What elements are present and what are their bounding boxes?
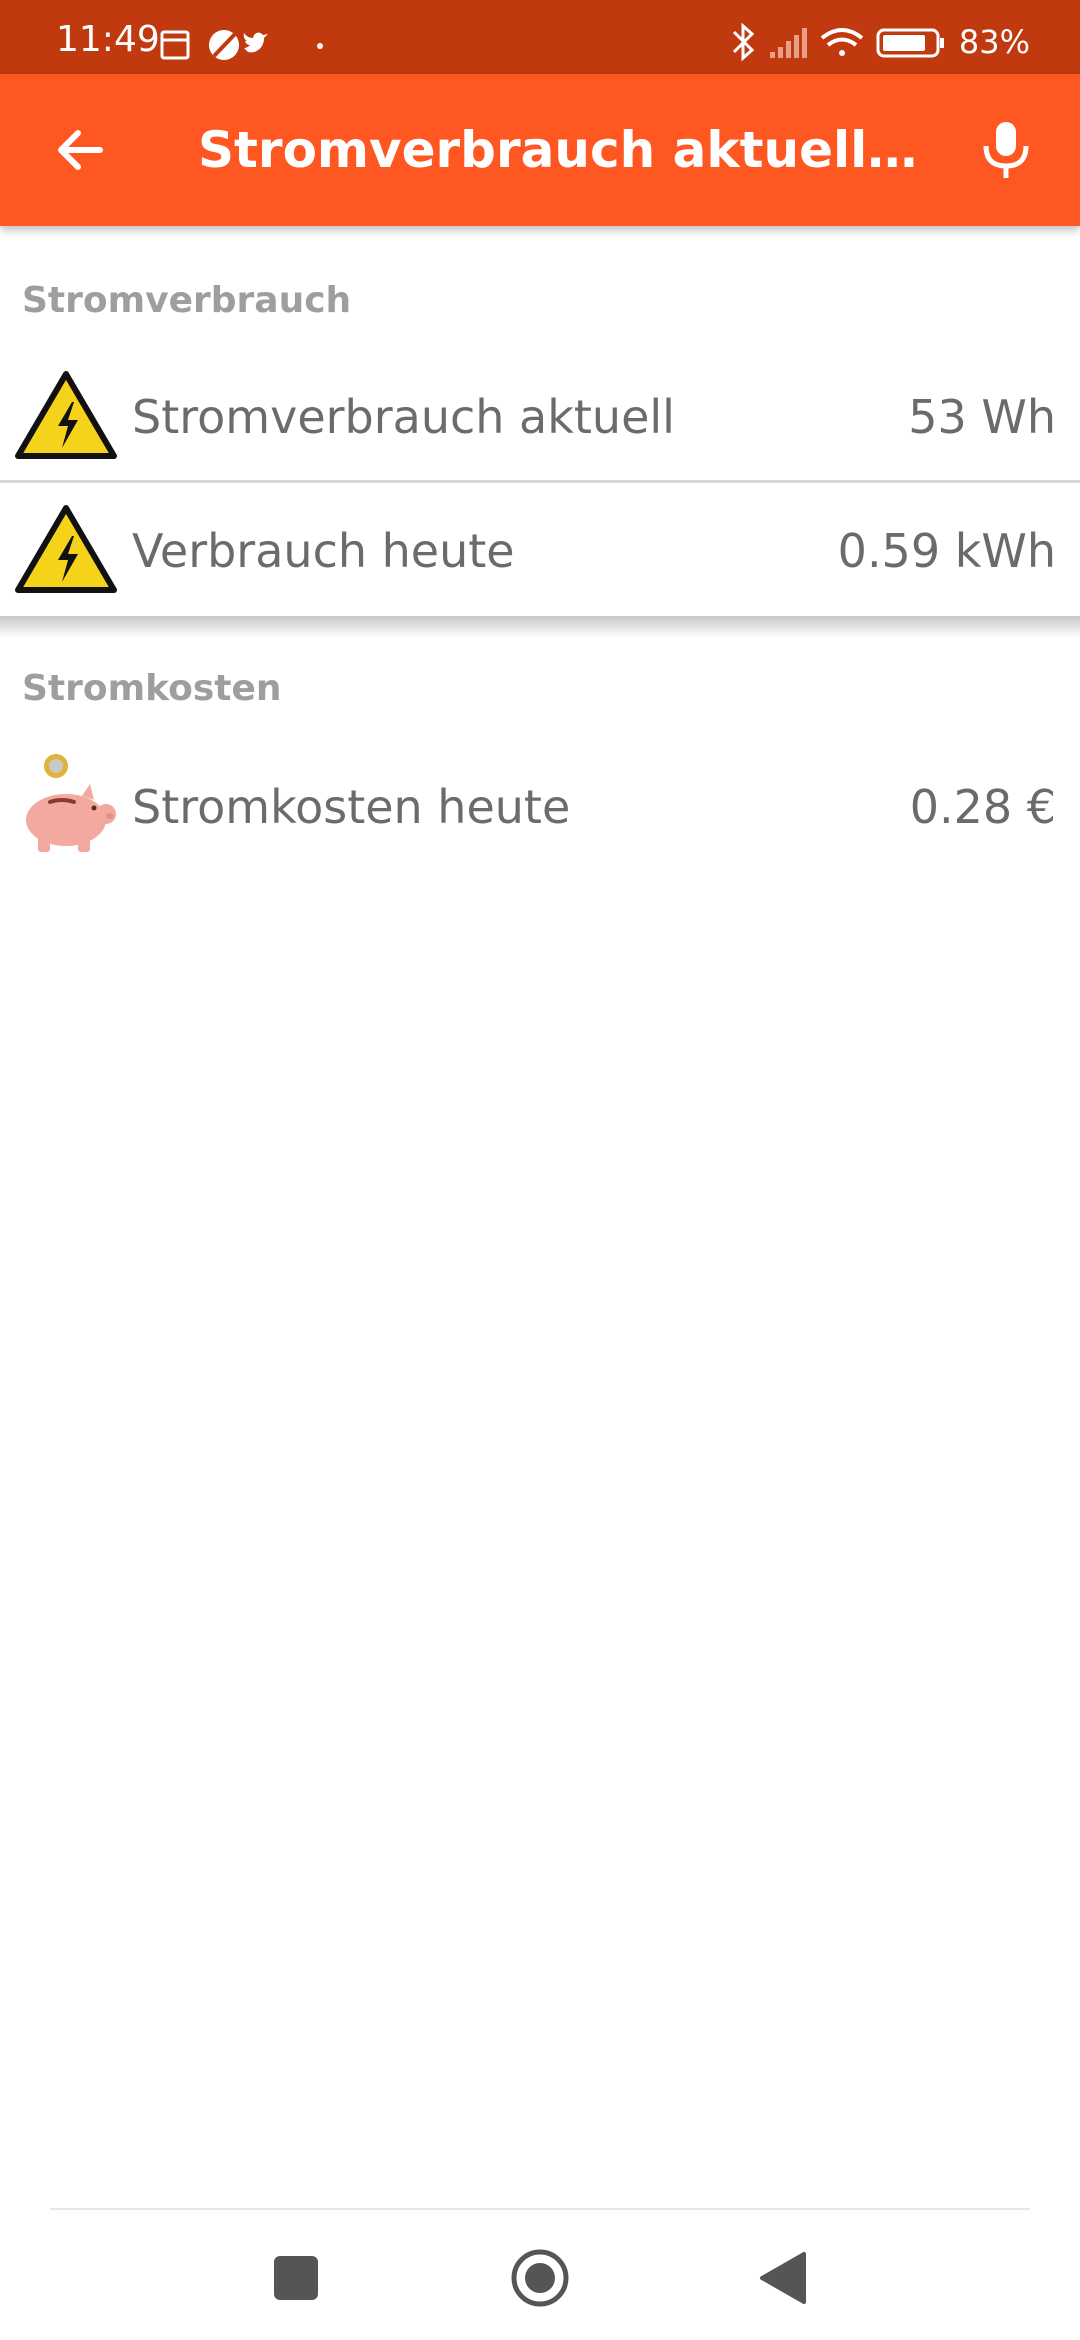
back-button[interactable] — [748, 2242, 820, 2314]
section-header-stromkosten: Stromkosten — [22, 668, 282, 709]
home-button[interactable] — [504, 2242, 576, 2314]
item-label: Verbrauch heute — [132, 524, 515, 578]
status-right-icons: 83% — [730, 22, 1030, 62]
section-separator — [0, 616, 1080, 638]
signal-icon — [770, 28, 807, 58]
divider — [0, 480, 1080, 483]
battery-icon — [876, 28, 944, 58]
piggy-bank-icon — [26, 754, 116, 852]
back-arrow-icon[interactable] — [50, 120, 110, 180]
list-item-verbrauch-heute[interactable]: Verbrauch heute 0.59 kWh — [0, 484, 1080, 616]
microphone-icon[interactable] — [976, 118, 1036, 182]
calendar-icon — [160, 30, 190, 60]
status-bar: 11:49 83% — [0, 0, 1080, 74]
dot-icon — [317, 43, 323, 49]
warning-icon — [15, 371, 117, 459]
list-item-stromkosten-heute[interactable]: Stromkosten heute 0.28 € — [0, 738, 1080, 888]
section-header-stromverbrauch: Stromverbrauch — [22, 280, 352, 321]
nav-divider — [50, 2208, 1030, 2210]
bluetooth-icon — [732, 22, 755, 62]
status-time: 11:49 — [56, 19, 160, 60]
warning-icon — [15, 505, 117, 593]
battery-percent: 83% — [958, 23, 1030, 61]
page-title: Stromverbrauch aktuell 53 Wh — [198, 121, 918, 179]
item-value: 53 Wh — [908, 390, 1056, 444]
item-value: 0.28 € — [909, 780, 1056, 834]
wifi-icon — [820, 28, 864, 56]
list-item-stromverbrauch-aktuell[interactable]: Stromverbrauch aktuell 53 Wh — [0, 350, 1080, 482]
status-left-icons — [160, 26, 323, 62]
item-label: Stromverbrauch aktuell — [132, 390, 675, 444]
slashed-circle-icon — [209, 30, 239, 60]
item-label: Stromkosten heute — [132, 780, 571, 834]
app-bar: Stromverbrauch aktuell 53 Wh — [0, 74, 1080, 226]
item-value: 0.59 kWh — [837, 524, 1056, 578]
twitter-icon — [243, 32, 268, 53]
recents-button[interactable] — [260, 2242, 332, 2314]
